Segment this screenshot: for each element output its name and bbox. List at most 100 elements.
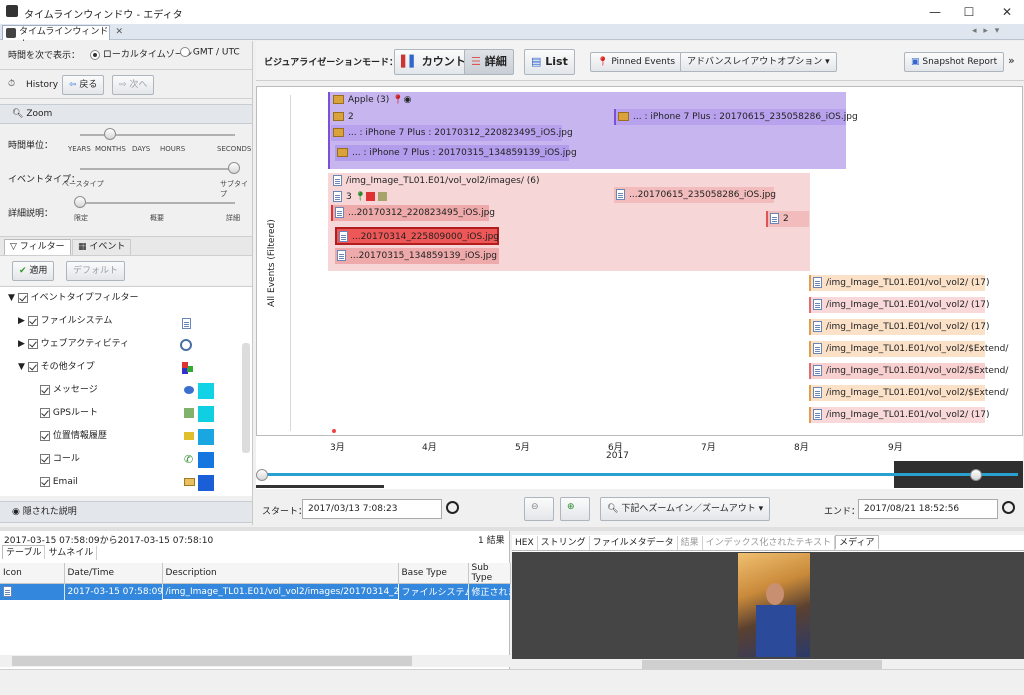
location-color-swatch[interactable]	[198, 429, 214, 445]
vol-row-3[interactable]: /img_Image_TL01.E01/vol_vol2/ (17)	[809, 319, 989, 335]
detail-mode-button[interactable]: ☰ 詳細	[464, 49, 514, 75]
expand-icon[interactable]: ▼	[18, 362, 25, 372]
images-event-2-selected[interactable]: ...20170314_225809000_iOS.jpg	[335, 227, 499, 245]
images-event-1[interactable]: ...20170312_220823495_iOS.jpg	[331, 205, 495, 221]
apple-subgroup[interactable]: 2	[331, 109, 354, 125]
range-end-knob[interactable]	[970, 469, 982, 481]
apple-group-header[interactable]: Apple (3) 📍︎◉	[331, 92, 411, 108]
tree-event-type-filter[interactable]: ▼ イベントタイプフィルター	[8, 287, 139, 310]
checkbox[interactable]	[17, 292, 28, 303]
vol-row-2[interactable]: /img_Image_TL01.E01/vol_vol2/ (17)	[809, 297, 989, 313]
photo-thumbnail[interactable]	[738, 553, 810, 657]
tree-calls[interactable]: コール	[40, 448, 80, 471]
apple-event-2[interactable]: ... : iPhone 7 Plus : 20170315_134859139…	[335, 145, 577, 161]
expand-icon[interactable]: ▶	[18, 316, 25, 326]
hide-icon[interactable]	[366, 192, 376, 201]
range-track[interactable]	[262, 473, 1018, 476]
images-subgroup[interactable]: 3 📍︎	[331, 189, 387, 205]
clock-icon[interactable]	[1002, 501, 1015, 514]
event-type-slider[interactable]	[80, 168, 235, 170]
results-hscroll[interactable]	[0, 655, 510, 667]
back-button[interactable]: ⇦ 戻る	[62, 75, 105, 95]
tree-email[interactable]: Email	[40, 471, 78, 494]
col-base-type[interactable]: Base Type	[398, 563, 469, 584]
detail-slider[interactable]	[80, 202, 235, 204]
checkbox[interactable]	[40, 453, 50, 464]
overflow-icon[interactable]: »	[1008, 54, 1015, 67]
images-group-header[interactable]: /img_Image_TL01.E01/vol_vol2/images/ (6)	[331, 173, 540, 189]
checkbox[interactable]	[27, 338, 38, 349]
tree-location-history[interactable]: 位置情報履歴	[40, 425, 107, 448]
zoom-out-button[interactable]: ⊖	[524, 497, 554, 521]
minimize-button[interactable]: —	[918, 0, 952, 24]
tab-table[interactable]: テーブル	[2, 545, 46, 559]
close-button[interactable]: ✕	[990, 0, 1024, 24]
hidden-description-header[interactable]: ◉ 隠された説明	[0, 501, 252, 523]
gmt-radio[interactable]: GMT / UTC	[180, 47, 240, 58]
pin-icon[interactable]: 📍︎	[392, 95, 403, 105]
expand-icon[interactable]: ▼	[8, 293, 15, 303]
images-event-4[interactable]: ...20170615_235058286_iOS.jpg	[614, 187, 776, 203]
eye-icon[interactable]: ◉	[404, 95, 412, 105]
range-start-knob[interactable]	[256, 469, 268, 481]
table-row[interactable]: 2017-03-15 07:58:09 /img_Image_TL01.E01/…	[0, 583, 511, 600]
col-description[interactable]: Description	[162, 563, 399, 584]
tab-nav-arrows[interactable]: ◂ ▸ ▾	[972, 26, 1001, 36]
snapshot-report-button[interactable]: ▣ Snapshot Report	[904, 52, 1005, 72]
tab-events[interactable]: ▦ イベント	[72, 239, 132, 256]
apply-button[interactable]: ✔ 適用	[12, 261, 55, 281]
scroll-thumb[interactable]	[12, 656, 412, 666]
vol-row-6[interactable]: /img_Image_TL01.E01/vol_vol2/$Extend/	[809, 385, 1008, 401]
vol-row-5[interactable]: /img_Image_TL01.E01/vol_vol2/$Extend/	[809, 363, 1008, 379]
tab-hex[interactable]: HEX	[512, 536, 538, 550]
apple-event-3[interactable]: ... : iPhone 7 Plus : 20170615_235058286…	[614, 109, 858, 125]
expand-icon[interactable]: ▶	[18, 339, 25, 349]
tab-filter[interactable]: ▽ フィルター	[4, 239, 71, 256]
col-icon[interactable]: Icon	[0, 563, 65, 584]
vol-row-4[interactable]: /img_Image_TL01.E01/vol_vol2/$Extend/	[809, 341, 1008, 357]
checkbox[interactable]	[40, 384, 50, 395]
clock-icon[interactable]	[446, 501, 459, 514]
zoom-range-dropdown[interactable]: 🔍︎ 下記へズームイン／ズームアウト ▾	[600, 497, 771, 521]
list-mode-button[interactable]: ▤ List	[524, 49, 575, 75]
detail-knob[interactable]	[74, 196, 86, 208]
pinned-events-button[interactable]: 📍︎ Pinned Events	[590, 52, 683, 72]
timeline-canvas[interactable]: All Events (Filtered) Apple (3) 📍︎◉ 2 ..…	[256, 86, 1023, 436]
tree-gps-route[interactable]: GPSルート	[40, 402, 98, 425]
zoom-section-header[interactable]: 🔍︎ Zoom	[0, 104, 252, 124]
maximize-button[interactable]: ☐	[952, 0, 986, 24]
tab-media[interactable]: メディア	[835, 535, 879, 549]
images-event-cluster[interactable]: 2	[766, 211, 809, 227]
checkbox[interactable]	[40, 430, 50, 441]
pin-icon[interactable]: 📍︎	[355, 192, 366, 202]
col-sub-type[interactable]: Sub Type	[468, 563, 511, 584]
default-button[interactable]: デフォルト	[66, 261, 126, 281]
tab-results[interactable]: 結果	[678, 536, 703, 550]
apple-event-1[interactable]: ... : iPhone 7 Plus : 20170312_220823495…	[331, 125, 573, 141]
checkbox[interactable]	[27, 315, 38, 326]
count-mode-button[interactable]: ▌▌ カウント	[394, 49, 473, 75]
close-tab-icon[interactable]: ✕	[115, 26, 123, 39]
tree-other-types[interactable]: ▼ その他タイプ	[18, 356, 95, 379]
expand-icon[interactable]	[377, 192, 387, 201]
messages-color-swatch[interactable]	[198, 383, 214, 399]
calls-color-swatch[interactable]	[198, 452, 214, 468]
local-timezone-radio[interactable]: ローカルタイムゾーン	[90, 47, 192, 60]
tree-filesystem[interactable]: ▶ ファイルシステム	[18, 310, 112, 333]
advanced-layout-dropdown[interactable]: アドバンスレイアウトオプション ▾	[680, 52, 837, 72]
vol-row-1[interactable]: /img_Image_TL01.E01/vol_vol2/ (17)	[809, 275, 989, 291]
event-type-knob[interactable]	[228, 162, 240, 174]
images-event-3[interactable]: ...20170315_134859139_iOS.jpg	[335, 248, 499, 264]
time-unit-knob[interactable]	[104, 128, 116, 140]
timeline-range-slider[interactable]	[256, 461, 1023, 489]
end-date-field[interactable]: 2017/08/21 18:52:56	[858, 499, 998, 519]
tab-strings[interactable]: ストリング	[538, 536, 590, 550]
tab-thumbnail[interactable]: サムネイル	[45, 546, 98, 560]
tree-web-activity[interactable]: ▶ ウェブアクティビティ	[18, 333, 129, 356]
email-color-swatch[interactable]	[198, 475, 214, 491]
col-datetime[interactable]: Date/Time	[64, 563, 163, 584]
checkbox[interactable]	[27, 361, 38, 372]
tab-indexed-text[interactable]: インデックス化されたテキスト	[703, 536, 836, 550]
tab-file-metadata[interactable]: ファイルメタデータ	[590, 536, 678, 550]
vol-row-7[interactable]: /img_Image_TL01.E01/vol_vol2/ (17)	[809, 407, 989, 423]
